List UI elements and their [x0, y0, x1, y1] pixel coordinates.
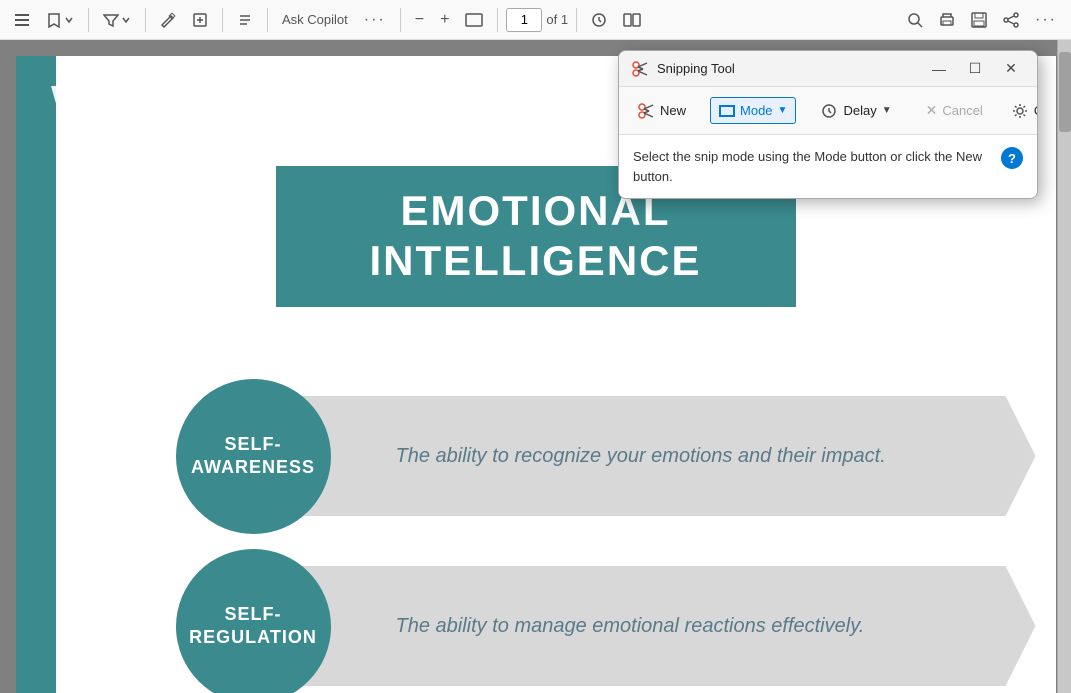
left-decoration-bar	[16, 56, 56, 693]
snipping-tool-titlebar: Snipping Tool — ☐ ✕	[619, 51, 1037, 87]
delay-button[interactable]: Delay ▼	[810, 97, 901, 125]
snipping-tool-body: Select the snip mode using the Mode butt…	[619, 135, 1037, 198]
card2-circle: SELF- REGULATION	[176, 549, 331, 693]
mode-label: Mode	[740, 103, 773, 118]
delay-label: Delay	[843, 103, 876, 118]
toolbar-history-btn[interactable]	[585, 8, 613, 32]
card-self-regulation: The ability to manage emotional reaction…	[176, 556, 1036, 693]
minus-icon: −	[415, 11, 424, 29]
filter-icon	[103, 12, 119, 28]
history-icon	[591, 12, 607, 28]
toolbar-search-btn[interactable]	[901, 8, 929, 32]
toolbar-text-btn[interactable]	[186, 8, 214, 32]
options-button[interactable]: Options	[1001, 97, 1038, 125]
cancel-button[interactable]: ✕ Cancel	[916, 97, 993, 124]
cancel-label: Cancel	[942, 103, 982, 118]
mode-button[interactable]: Mode ▼	[710, 97, 796, 124]
card-self-awareness: The ability to recognize your emotions a…	[176, 386, 1036, 526]
save-icon	[971, 12, 987, 28]
toolbar-share-btn[interactable]	[997, 8, 1025, 32]
cancel-x-icon: ✕	[926, 102, 938, 119]
layout-icon	[623, 13, 641, 27]
card1-label-line2: AWARENESS	[191, 457, 315, 477]
text-icon	[192, 12, 208, 28]
snipping-tool-toolbar: New Mode ▼ Delay ▼	[619, 87, 1037, 135]
card1-label-line1: SELF-	[225, 434, 282, 454]
toolbar-print-btn[interactable]	[933, 8, 961, 32]
toolbar-bookmark-btn[interactable]	[40, 8, 80, 32]
snipping-tool-title: Snipping Tool	[657, 61, 917, 76]
snip-instructions-text: Select the snip mode using the Mode butt…	[633, 147, 991, 186]
copilot-label: Ask Copilot	[282, 12, 348, 27]
toolbar-zoom-out-btn[interactable]: −	[409, 7, 430, 33]
card2-label-line2: REGULATION	[189, 627, 317, 647]
mode-dropdown-icon: ▼	[778, 105, 788, 116]
close-button[interactable]: ✕	[997, 55, 1025, 83]
separator4	[267, 8, 268, 32]
delay-clock-icon	[820, 102, 838, 120]
overflow-icon: ···	[1035, 11, 1057, 29]
delay-dropdown-icon: ▼	[882, 105, 892, 116]
textselect-icon	[237, 12, 253, 28]
card2-banner: The ability to manage emotional reaction…	[276, 566, 1036, 686]
help-icon[interactable]: ?	[1001, 147, 1023, 169]
separator	[88, 8, 89, 32]
page-total-label: of 1	[546, 12, 568, 27]
bookmark-icon	[46, 12, 62, 28]
toolbar-filter-btn[interactable]	[97, 8, 137, 32]
search-icon	[907, 12, 923, 28]
snipping-tool-window: Snipping Tool — ☐ ✕ New	[618, 50, 1038, 199]
diagonal-decoration	[51, 86, 181, 366]
page-number-input[interactable]: 1	[506, 8, 542, 32]
scrollbar-thumb[interactable]	[1059, 52, 1071, 132]
options-label: Options	[1034, 103, 1038, 118]
toolbar-list-btn[interactable]	[8, 8, 36, 32]
toolbar-copilot-btn[interactable]: Ask Copilot	[276, 8, 354, 31]
more-icon: ···	[364, 11, 386, 29]
cards-container: The ability to recognize your emotions a…	[176, 386, 1036, 693]
new-button[interactable]: New	[627, 97, 696, 125]
maximize-button[interactable]: ☐	[961, 55, 989, 83]
card2-label-line1: SELF-	[224, 604, 281, 624]
toolbar-zoom-in-btn[interactable]: +	[434, 7, 455, 33]
card1-banner: The ability to recognize your emotions a…	[276, 396, 1036, 516]
separator3	[222, 8, 223, 32]
eraser-icon	[160, 12, 176, 28]
chevron-down-icon2	[121, 15, 131, 25]
new-scissors-icon	[637, 102, 655, 120]
toolbar-textselect-btn[interactable]	[231, 8, 259, 32]
options-gear-icon	[1011, 102, 1029, 120]
share-icon	[1003, 12, 1019, 28]
toolbar-fit-btn[interactable]	[459, 9, 489, 31]
toolbar-layout-btn[interactable]	[617, 9, 647, 31]
print-icon	[939, 12, 955, 28]
title-line2: INTELLIGENCE	[369, 237, 701, 284]
list-icon	[14, 12, 30, 28]
snipping-tool-icon	[631, 60, 649, 78]
separator5	[400, 8, 401, 32]
separator7	[576, 8, 577, 32]
toolbar-more-btn[interactable]: ···	[358, 7, 392, 33]
pdf-toolbar: Ask Copilot ··· − + 1 of 1 ···	[0, 0, 1071, 40]
scrollbar[interactable]	[1057, 40, 1071, 693]
separator6	[497, 8, 498, 32]
separator2	[145, 8, 146, 32]
plus-icon: +	[440, 11, 449, 29]
new-label: New	[660, 103, 686, 118]
toolbar-eraser-btn[interactable]	[154, 8, 182, 32]
pdf-area: EMOTIONAL INTELLIGENCE The ability to re…	[0, 40, 1071, 693]
card1-description: The ability to recognize your emotions a…	[396, 442, 886, 470]
mode-box-icon	[719, 105, 735, 117]
minimize-button[interactable]: —	[925, 55, 953, 83]
toolbar-save-btn[interactable]	[965, 8, 993, 32]
card1-circle: SELF- AWARENESS	[176, 379, 331, 534]
card2-description: The ability to manage emotional reaction…	[396, 612, 865, 640]
toolbar-overflow-btn[interactable]: ···	[1029, 7, 1063, 33]
fit-icon	[465, 13, 483, 27]
chevron-down-icon	[64, 15, 74, 25]
